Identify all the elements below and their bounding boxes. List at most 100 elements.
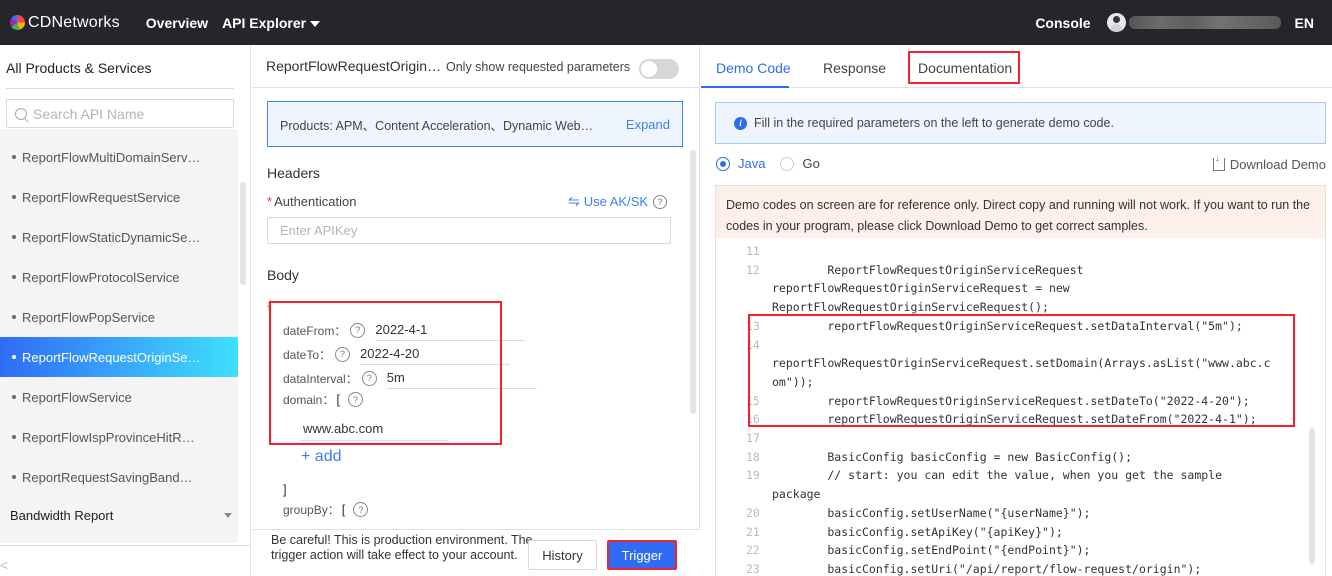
api-item-label: ReportFlowMultiDomainServ… <box>22 149 201 165</box>
divider <box>6 88 234 89</box>
line-number: 21 <box>746 524 760 539</box>
code-line: 18 BasicConfig basicConfig = new BasicCo… <box>716 448 1325 467</box>
line-number: 18 <box>746 449 760 464</box>
help-icon[interactable]: ? <box>353 502 369 517</box>
avatar[interactable] <box>1106 13 1126 32</box>
api-item-label: ReportFlowRequestOriginSe… <box>22 349 201 365</box>
code-line: 22 basicConfig.setEndPoint("{endPoint}")… <box>716 541 1325 560</box>
close-bracket: ] <box>283 482 287 497</box>
category-bandwidth-report[interactable]: Bandwidth Report <box>10 508 232 523</box>
category-label: Bandwidth Report <box>10 508 114 523</box>
radio-go-label[interactable]: Go <box>802 156 819 171</box>
help-icon[interactable]: ? <box>335 346 351 362</box>
body-heading: Body <box>267 267 299 283</box>
sidebar-api-item[interactable]: ReportFlowRequestOriginSe… <box>0 337 238 377</box>
sidebar-scrollbar[interactable] <box>240 182 246 285</box>
cdnetworks-logo-icon <box>10 15 25 30</box>
bullet-icon <box>12 355 16 359</box>
datainterval-input[interactable] <box>386 367 537 389</box>
code-warning: Demo codes on screen are for reference o… <box>716 186 1325 238</box>
tab-demo-code[interactable]: Demo Code <box>716 60 791 76</box>
code-line: reportFlowRequestOriginServiceRequest = … <box>716 279 1325 298</box>
datefrom-input[interactable] <box>375 319 526 341</box>
param-label: dateTo： <box>283 347 332 362</box>
download-demo-button[interactable]: Download Demo <box>1212 153 1326 172</box>
api-item-label: ReportFlowService <box>22 389 132 405</box>
authentication-label: * Authentication <box>267 194 356 209</box>
sidebar-api-item[interactable]: ReportFlowService <box>0 377 238 417</box>
code-line: 12 ReportFlowRequestOriginServiceRequest <box>716 261 1325 280</box>
code-line: 11 <box>716 242 1325 261</box>
radio-java[interactable] <box>716 156 730 171</box>
code-line: 20 basicConfig.setUserName("{userName}")… <box>716 504 1325 523</box>
search-box[interactable] <box>6 99 234 128</box>
sidebar-api-item[interactable]: ReportFlowMultiDomainServ… <box>0 137 238 177</box>
use-aksk-link[interactable]: ⇋ Use AK/SK ? <box>568 193 668 210</box>
param-label: dateFrom： <box>283 323 347 338</box>
sidebar-api-item[interactable]: ReportFlowIspProvinceHitR… <box>0 417 238 457</box>
help-icon[interactable]: ? <box>350 322 366 338</box>
line-text: basicConfig.setUri("/api/report/flow-req… <box>772 561 1202 576</box>
radio-go[interactable] <box>780 156 795 171</box>
output-panel: Demo Code Response Documentation i Fill … <box>701 45 1332 576</box>
api-item-label: ReportFlowStaticDynamicSe… <box>22 229 201 245</box>
api-item-label: ReportFlowProtocolService <box>22 269 180 285</box>
sidebar-api-item[interactable]: ReportFlowStaticDynamicSe… <box>0 217 238 257</box>
only-show-toggle[interactable] <box>639 59 679 79</box>
code-line: reportFlowRequestOriginServiceRequest.se… <box>716 354 1325 373</box>
help-icon[interactable]: ? <box>347 392 363 407</box>
chevron-down-icon <box>310 20 321 27</box>
param-datainterval: dataInterval： ? <box>283 367 537 389</box>
info-text: Fill in the required parameters on the l… <box>754 116 1114 130</box>
history-button[interactable]: History <box>528 540 597 570</box>
line-number: 19 <box>746 468 760 483</box>
code-line: 16 reportFlowRequestOriginServiceRequest… <box>716 410 1325 429</box>
collapse-sidebar-icon[interactable]: < <box>0 557 8 573</box>
tab-response[interactable]: Response <box>823 60 886 76</box>
sidebar-title[interactable]: All Products & Services <box>6 60 152 76</box>
domain-item-input[interactable] <box>299 417 449 441</box>
code-line: 21 basicConfig.setApiKey("{apiKey}"); <box>716 523 1325 542</box>
code-line: 13 reportFlowRequestOriginServiceRequest… <box>716 317 1325 336</box>
use-aksk-label: Use AK/SK <box>583 194 649 209</box>
line-text: reportFlowRequestOriginServiceRequest.se… <box>772 356 1271 371</box>
radio-java-label[interactable]: Java <box>738 156 765 171</box>
add-domain-button[interactable]: + add <box>301 448 341 466</box>
brand-logo[interactable]: CDNetworks <box>10 14 120 32</box>
production-warning: Be careful! This is production environme… <box>271 533 533 562</box>
help-icon[interactable]: ? <box>653 194 668 209</box>
info-banner: i Fill in the required parameters on the… <box>715 102 1326 144</box>
tab-documentation[interactable]: Documentation <box>918 60 1012 76</box>
sidebar-api-item[interactable]: ReportFlowProtocolService <box>0 257 238 297</box>
download-icon <box>1212 153 1225 171</box>
api-item-label: ReportRequestSavingBand… <box>22 469 193 485</box>
param-label: domain： <box>283 393 335 407</box>
line-number: 14 <box>746 337 760 352</box>
trigger-button[interactable]: Trigger <box>607 540 677 570</box>
language-switch[interactable]: EN <box>1295 15 1314 31</box>
sidebar-api-item[interactable]: ReportRequestSavingBand… <box>0 457 238 497</box>
bullet-icon <box>12 195 16 199</box>
sidebar-api-item[interactable]: ReportFlowRequestService <box>0 177 238 217</box>
output-tabs: Demo Code Response Documentation <box>701 45 1332 88</box>
help-icon[interactable]: ? <box>361 370 377 386</box>
console-link[interactable]: Console <box>1035 15 1090 31</box>
nav-overview[interactable]: Overview <box>146 15 208 31</box>
code-scrollbar[interactable] <box>1309 428 1315 564</box>
search-input[interactable] <box>33 105 213 122</box>
apikey-input[interactable] <box>267 217 671 244</box>
api-item-label: ReportFlowIspProvinceHitR… <box>22 429 195 445</box>
dateto-input[interactable] <box>360 343 511 365</box>
headers-heading: Headers <box>267 165 320 181</box>
line-text: package <box>772 487 821 502</box>
request-footer: Be careful! This is production environme… <box>252 529 700 576</box>
expand-link[interactable]: Expand <box>626 117 670 132</box>
request-scrollbar[interactable] <box>690 150 696 414</box>
param-groupby: groupBy： [ ? <box>283 501 378 518</box>
sidebar-api-item[interactable]: ReportFlowPopService <box>0 297 238 337</box>
nav-api-explorer[interactable]: API Explorer <box>222 15 321 31</box>
line-number: 13 <box>746 318 760 333</box>
code-line: 23 basicConfig.setUri("/api/report/flow-… <box>716 560 1325 576</box>
line-text: basicConfig.setEndPoint("{endPoint}"); <box>772 543 1091 558</box>
authentication-text: Authentication <box>274 194 357 209</box>
